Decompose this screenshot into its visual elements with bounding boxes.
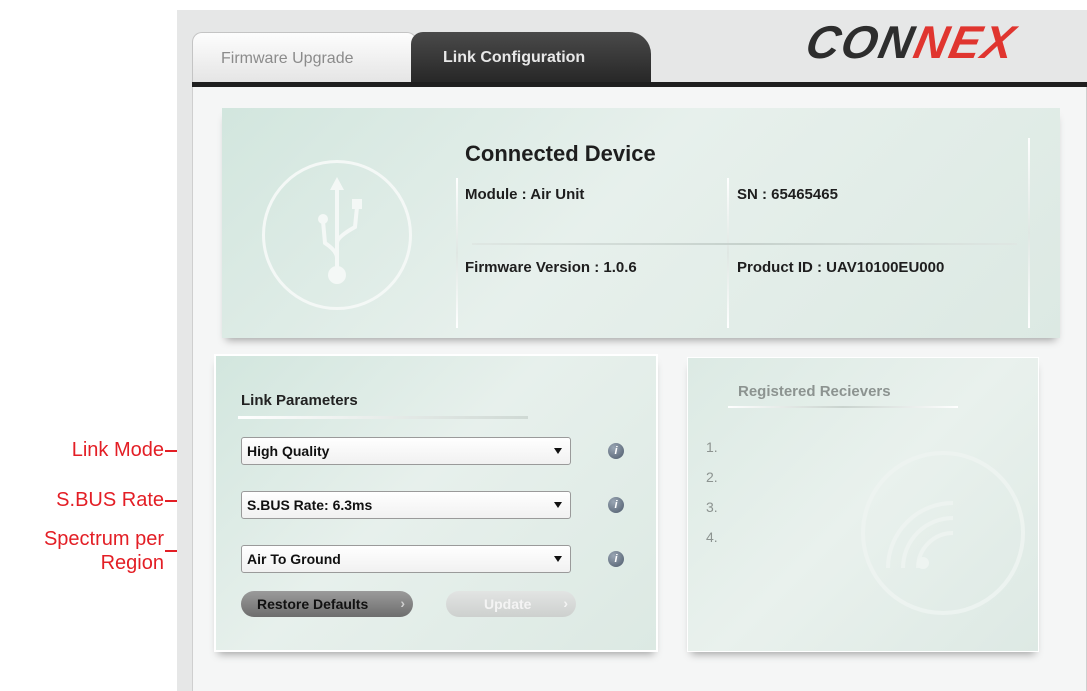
serial-number-value: SN : 65465465 <box>737 186 838 203</box>
connected-device-card: Connected Device Module : Air Unit SN : … <box>222 108 1060 338</box>
logo-part-2: ON <box>836 16 921 68</box>
tab-link-configuration[interactable]: Link Configuration <box>411 32 651 84</box>
chevron-down-icon <box>554 448 562 454</box>
annotation-spectrum-line2: Region <box>100 552 164 574</box>
link-parameters-underline <box>238 416 528 419</box>
link-mode-select[interactable]: High Quality <box>241 437 571 465</box>
link-parameters-title: Link Parameters <box>241 392 358 409</box>
content-panel: Connected Device Module : Air Unit SN : … <box>192 87 1087 691</box>
link-mode-value: High Quality <box>247 443 330 459</box>
registered-receivers-underline <box>728 406 958 408</box>
annotation-sbus-rate: S.BUS Rate <box>56 489 164 511</box>
info-icon[interactable]: i <box>608 443 624 459</box>
chevron-down-icon <box>554 502 562 508</box>
module-value: Module : Air Unit <box>465 186 585 203</box>
device-divider-middle <box>727 178 729 328</box>
product-id-value: Product ID : UAV10100EU000 <box>737 259 945 276</box>
update-button[interactable]: Update › <box>446 591 576 617</box>
spectrum-value: Air To Ground <box>247 551 341 567</box>
info-icon[interactable]: i <box>608 497 624 513</box>
restore-defaults-label: Restore Defaults <box>257 596 369 612</box>
receiver-slot-1: 1. <box>706 439 718 455</box>
sbus-rate-select[interactable]: S.BUS Rate: 6.3ms <box>241 491 571 519</box>
chevron-right-icon: › <box>400 595 405 611</box>
update-label: Update <box>484 596 532 612</box>
restore-defaults-button[interactable]: Restore Defaults › <box>241 591 413 617</box>
app-window: Firmware Upgrade Link Configuration C ON… <box>177 10 1087 691</box>
registered-receivers-title: Registered Recievers <box>738 383 891 400</box>
annotation-spectrum-line1: Spectrum per <box>43 528 164 550</box>
info-icon[interactable]: i <box>608 551 624 567</box>
connex-logo: C ON NEX <box>801 16 1072 68</box>
receiver-slot-2: 2. <box>706 469 718 485</box>
device-divider-right <box>1028 138 1030 328</box>
chevron-down-icon <box>554 556 562 562</box>
device-divider-horizontal <box>472 243 1017 245</box>
registered-receivers-card: Registered Recievers 1. 2. 3. 4. <box>687 357 1039 652</box>
annotation-link-mode: Link Mode <box>71 439 164 461</box>
device-divider-left <box>456 178 458 328</box>
spectrum-select[interactable]: Air To Ground <box>241 545 571 573</box>
link-parameters-card: Link Parameters High Quality i S.BUS Rat… <box>214 354 658 652</box>
wireless-watermark-icon <box>861 451 1025 615</box>
chevron-right-icon: › <box>563 595 568 611</box>
tab-firmware-upgrade[interactable]: Firmware Upgrade <box>192 32 417 84</box>
connected-device-title: Connected Device <box>465 141 656 166</box>
annotation-spectrum: Spectrum per Region <box>0 527 164 575</box>
receiver-slot-4: 4. <box>706 529 718 545</box>
firmware-version-value: Firmware Version : 1.0.6 <box>465 259 637 276</box>
receiver-slot-3: 3. <box>706 499 718 515</box>
logo-part-3: NEX <box>909 16 1022 68</box>
sbus-rate-value: S.BUS Rate: 6.3ms <box>247 497 373 513</box>
usb-icon <box>262 160 412 310</box>
